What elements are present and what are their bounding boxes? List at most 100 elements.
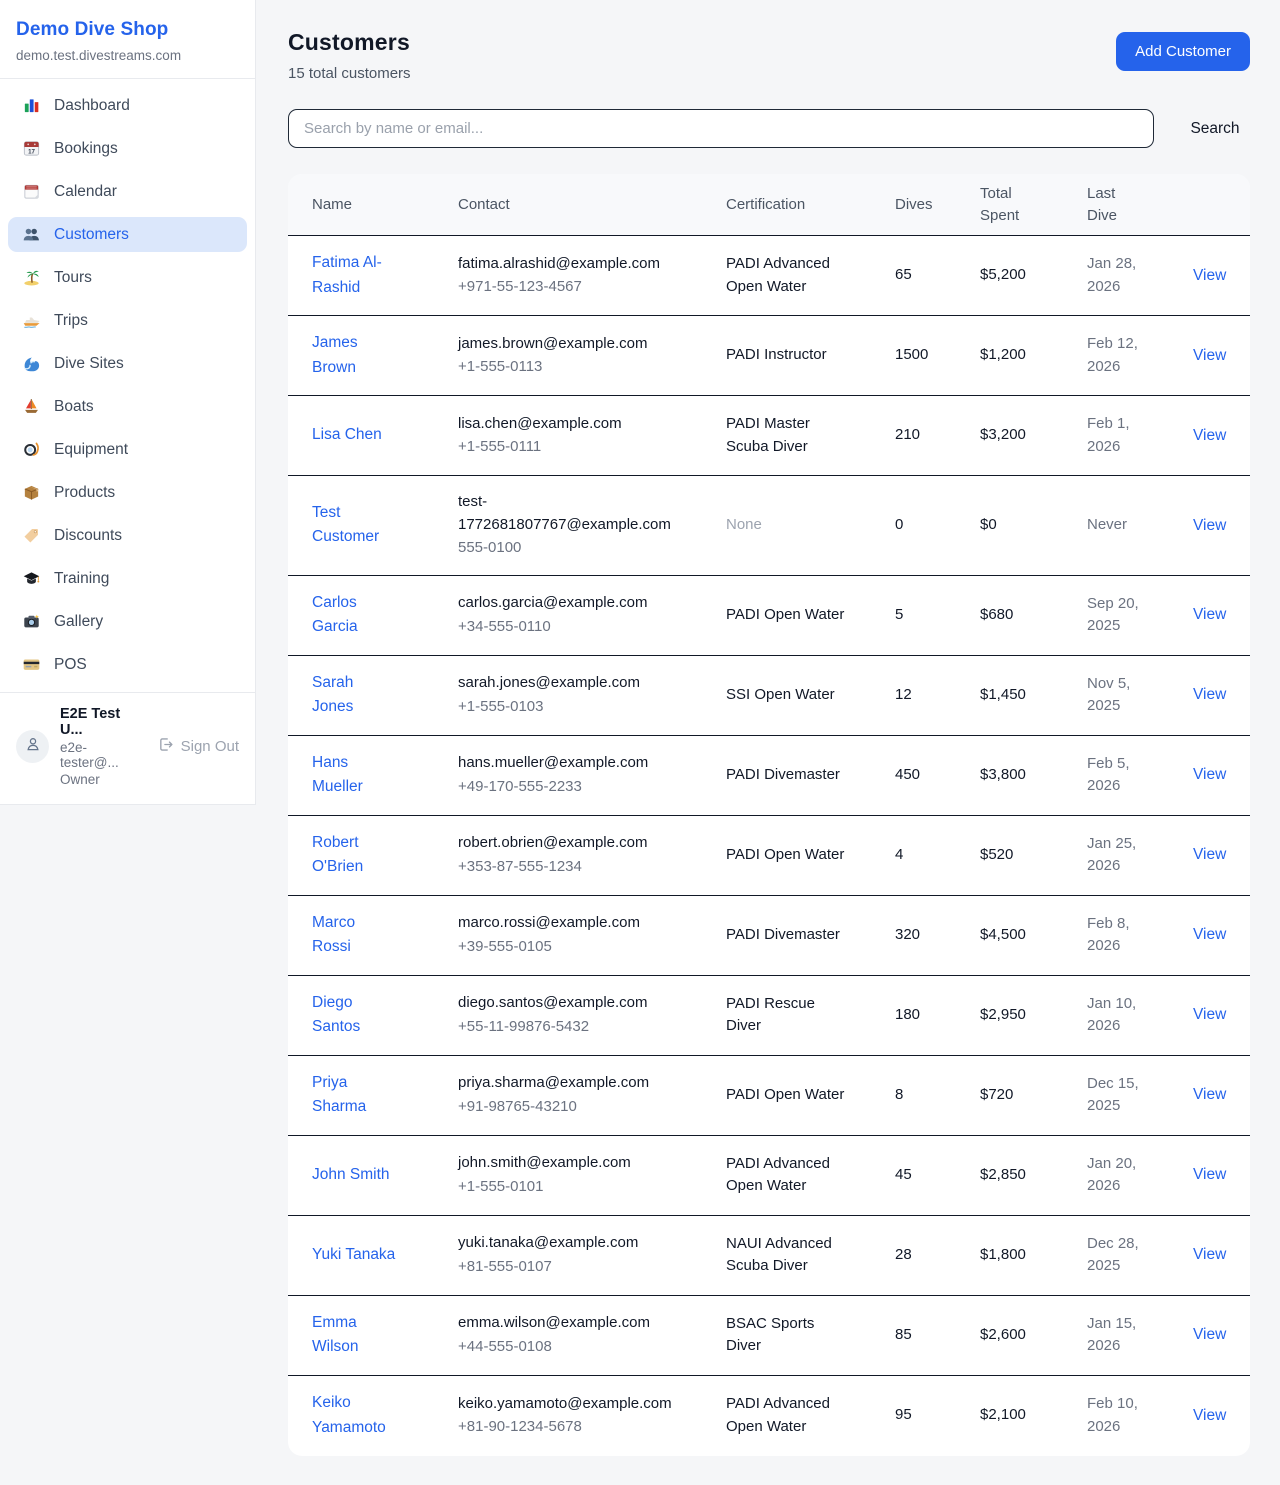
table-row: Lisa Chen lisa.chen@example.com +1-555-0… <box>288 396 1250 476</box>
customer-count: 15 total customers <box>288 65 411 82</box>
customer-certification: None <box>726 514 895 537</box>
customer-dives: 0 <box>895 514 980 537</box>
customer-last-dive: Jan 15, 2026 <box>1087 1313 1193 1358</box>
sidebar-item-customers[interactable]: Customers <box>8 217 247 252</box>
sidebar-item-products[interactable]: Products <box>8 475 247 510</box>
view-customer-link[interactable]: View <box>1193 1407 1226 1424</box>
customer-total-spent: $2,950 <box>980 1004 1087 1027</box>
sidebar-item-discounts[interactable]: Discounts <box>8 518 247 553</box>
customer-name-link[interactable]: Hans Mueller <box>312 754 363 795</box>
customer-name-link[interactable]: Emma Wilson <box>312 1314 359 1355</box>
customer-name-link[interactable]: Test Customer <box>312 504 379 545</box>
sidebar-item-bookings[interactable]: 17 Bookings <box>8 131 247 166</box>
customer-last-dive: Jan 28, 2026 <box>1087 253 1193 298</box>
brand-name[interactable]: Demo Dive Shop <box>16 19 239 41</box>
column-header-certification: Certification <box>726 194 895 216</box>
pos-icon <box>22 655 41 674</box>
customer-dives: 8 <box>895 1084 980 1107</box>
main-content: Customers 15 total customers Add Custome… <box>256 0 1280 1456</box>
view-customer-link[interactable]: View <box>1193 846 1226 863</box>
customer-phone: +81-555-0107 <box>458 1256 694 1279</box>
view-customer-link[interactable]: View <box>1193 347 1226 364</box>
customer-phone: +44-555-0108 <box>458 1336 694 1359</box>
customer-email: marco.rossi@example.com <box>458 912 694 935</box>
customer-name-link[interactable]: Marco Rossi <box>312 914 355 955</box>
customer-dives: 450 <box>895 764 980 787</box>
customer-name-link[interactable]: Priya Sharma <box>312 1074 366 1115</box>
sidebar-item-dashboard[interactable]: Dashboard <box>8 88 247 123</box>
search-button[interactable]: Search <box>1180 112 1250 146</box>
view-customer-link[interactable]: View <box>1193 517 1226 534</box>
sidebar-item-tours[interactable]: Tours <box>8 260 247 295</box>
user-footer: E2E Test U... e2e-tester@... Owner Sign … <box>0 693 255 802</box>
customer-phone: +81-90-1234-5678 <box>458 1416 694 1439</box>
customer-certification: PADI Advanced Open Water <box>726 1393 895 1438</box>
sidebar-item-pos[interactable]: POS <box>8 647 247 682</box>
sidebar-item-calendar[interactable]: Calendar <box>8 174 247 209</box>
view-customer-link[interactable]: View <box>1193 1166 1226 1183</box>
customer-name-link[interactable]: Robert O'Brien <box>312 834 363 875</box>
view-customer-link[interactable]: View <box>1193 1326 1226 1343</box>
customer-name-link[interactable]: Keiko Yamamoto <box>312 1394 386 1435</box>
view-customer-link[interactable]: View <box>1193 766 1226 783</box>
customer-name-link[interactable]: James Brown <box>312 334 358 375</box>
customer-last-dive: Jan 25, 2026 <box>1087 833 1193 878</box>
customer-dives: 1500 <box>895 344 980 367</box>
customer-certification: PADI Divemaster <box>726 764 895 787</box>
view-customer-link[interactable]: View <box>1193 267 1226 284</box>
customer-phone: +353-87-555-1234 <box>458 856 694 879</box>
customer-last-dive: Nov 5, 2025 <box>1087 673 1193 718</box>
customer-name-link[interactable]: Fatima Al-Rashid <box>312 254 382 295</box>
view-customer-link[interactable]: View <box>1193 926 1226 943</box>
user-meta: E2E Test U... e2e-tester@... Owner <box>60 706 146 787</box>
discounts-icon <box>22 526 41 545</box>
calendar-icon <box>22 182 41 201</box>
customer-last-dive: Feb 10, 2026 <box>1087 1393 1193 1438</box>
add-customer-button[interactable]: Add Customer <box>1116 32 1250 71</box>
sign-out-label: Sign Out <box>181 738 239 755</box>
sidebar-item-training[interactable]: Training <box>8 561 247 596</box>
avatar <box>16 730 49 763</box>
sidebar-item-gallery[interactable]: Gallery <box>8 604 247 639</box>
customer-total-spent: $3,200 <box>980 424 1087 447</box>
view-customer-link[interactable]: View <box>1193 606 1226 623</box>
search-input[interactable] <box>288 109 1154 148</box>
customer-certification: PADI Rescue Diver <box>726 993 895 1038</box>
customer-phone: +971-55-123-4567 <box>458 276 694 299</box>
table-row: Marco Rossi marco.rossi@example.com +39-… <box>288 896 1250 976</box>
table-row: Robert O'Brien robert.obrien@example.com… <box>288 816 1250 896</box>
sign-out-button[interactable]: Sign Out <box>157 736 239 757</box>
customer-name-link[interactable]: John Smith <box>312 1166 390 1183</box>
customer-name-link[interactable]: Lisa Chen <box>312 426 382 443</box>
customer-name-link[interactable]: Sarah Jones <box>312 674 353 715</box>
customer-name-link[interactable]: Diego Santos <box>312 994 360 1035</box>
customer-last-dive: Dec 15, 2025 <box>1087 1073 1193 1118</box>
customer-dives: 5 <box>895 604 980 627</box>
view-customer-link[interactable]: View <box>1193 427 1226 444</box>
view-customer-link[interactable]: View <box>1193 1246 1226 1263</box>
customer-certification: BSAC Sports Diver <box>726 1313 895 1358</box>
column-header-contact: Contact <box>458 194 726 216</box>
customer-email: fatima.alrashid@example.com <box>458 253 694 276</box>
sidebar-item-dive-sites[interactable]: Dive Sites <box>8 346 247 381</box>
table-row: Carlos Garcia carlos.garcia@example.com … <box>288 576 1250 656</box>
sidebar-item-equipment[interactable]: Equipment <box>8 432 247 467</box>
table-row: Fatima Al-Rashid fatima.alrashid@example… <box>288 236 1250 316</box>
customer-phone: +49-170-555-2233 <box>458 776 694 799</box>
view-customer-link[interactable]: View <box>1193 686 1226 703</box>
user-role: Owner <box>60 772 146 787</box>
customer-email: lisa.chen@example.com <box>458 413 694 436</box>
brand-block: Demo Dive Shop demo.test.divestreams.com <box>0 0 255 79</box>
customer-name-link[interactable]: Yuki Tanaka <box>312 1246 395 1263</box>
customer-last-dive: Feb 5, 2026 <box>1087 753 1193 798</box>
view-customer-link[interactable]: View <box>1193 1006 1226 1023</box>
sidebar-item-trips[interactable]: Trips <box>8 303 247 338</box>
customer-name-link[interactable]: Carlos Garcia <box>312 594 358 635</box>
customer-certification: PADI Advanced Open Water <box>726 1153 895 1198</box>
table-row: Diego Santos diego.santos@example.com +5… <box>288 976 1250 1056</box>
customer-certification: PADI Instructor <box>726 344 895 367</box>
table-row: John Smith john.smith@example.com +1-555… <box>288 1136 1250 1216</box>
customer-dives: 12 <box>895 684 980 707</box>
sidebar-item-boats[interactable]: Boats <box>8 389 247 424</box>
view-customer-link[interactable]: View <box>1193 1086 1226 1103</box>
